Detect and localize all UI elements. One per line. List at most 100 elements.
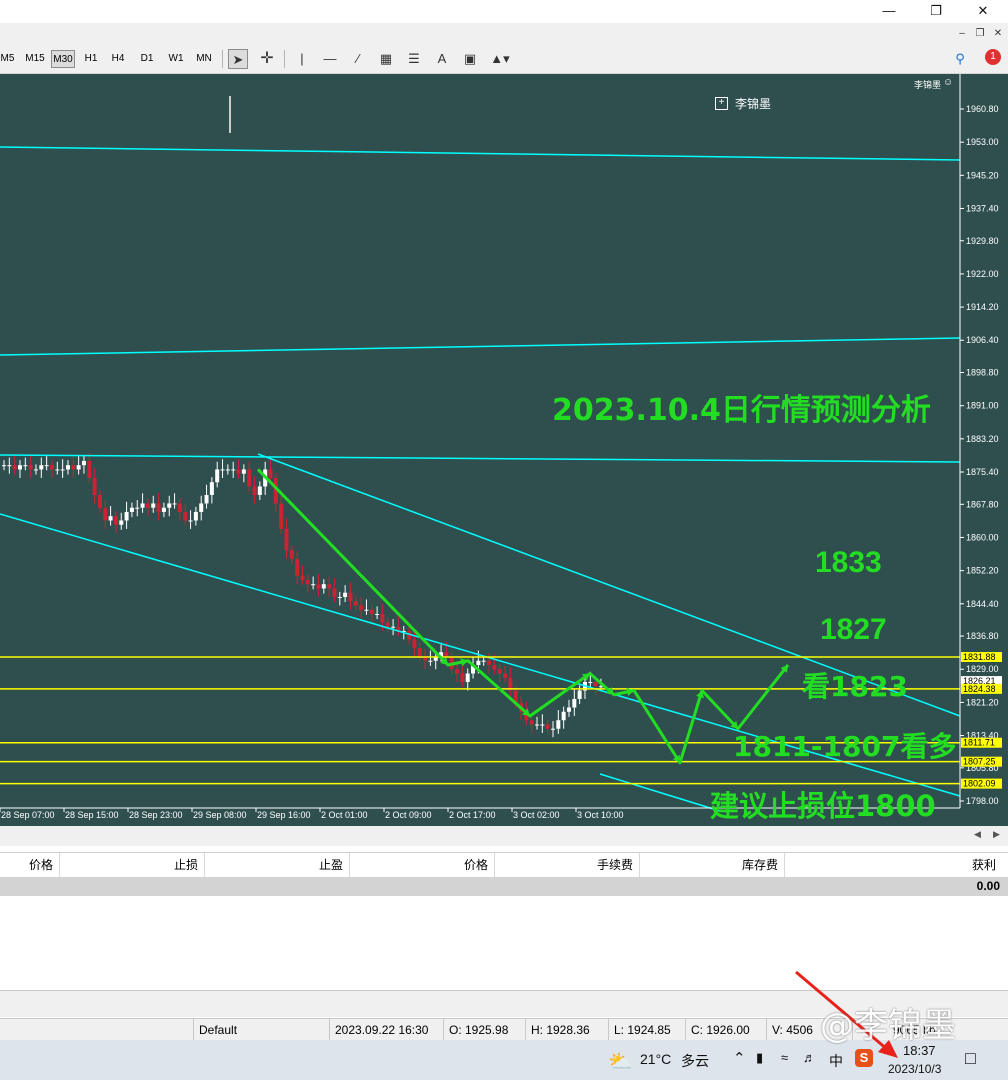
- candle-body: [284, 528, 289, 551]
- cloud-sun-icon[interactable]: ⛅: [608, 1049, 633, 1074]
- candle-body: [145, 503, 150, 508]
- trendline-icon[interactable]: ∕: [348, 49, 368, 69]
- timeframe-h1[interactable]: H1: [82, 50, 100, 68]
- clock-date[interactable]: 2023/10/3: [888, 1062, 941, 1076]
- channel-icon[interactable]: ▦: [376, 49, 396, 69]
- text-label-icon[interactable]: ▣: [460, 49, 480, 69]
- chart-area[interactable]: 1960.80 1953.00 1945.20 1937.40 1929.80 1922.…: [0, 74, 1008, 826]
- candle-body: [348, 592, 353, 602]
- weather-temperature[interactable]: 21°C: [640, 1051, 671, 1067]
- candle-body: [359, 605, 364, 610]
- price-tick-label: 1852.20: [966, 566, 999, 576]
- candle-body: [161, 507, 166, 512]
- minimize-icon[interactable]: —: [866, 0, 912, 23]
- candle-body: [103, 507, 108, 521]
- candle-body: [503, 673, 508, 678]
- candle-body: [151, 503, 156, 508]
- candle-body: [44, 465, 49, 467]
- candle-body: [289, 550, 294, 559]
- candle-body: [81, 460, 86, 466]
- timeframe-m5[interactable]: M5: [0, 50, 15, 68]
- candle-body: [204, 494, 209, 504]
- close-icon[interactable]: ✕: [960, 0, 1006, 23]
- candle-body: [337, 596, 342, 598]
- fibonacci-icon[interactable]: ☰: [404, 49, 424, 69]
- candle-body: [257, 486, 262, 495]
- watermark: @李锦墨: [820, 1006, 956, 1046]
- time-tick-label: 2 Oct 17:00: [449, 810, 496, 820]
- cursor-icon[interactable]: ➤: [228, 49, 248, 69]
- candle-body: [247, 469, 252, 487]
- candle-body: [444, 652, 449, 657]
- notification-badge[interactable]: 1: [985, 49, 1001, 65]
- candle-body: [385, 622, 390, 627]
- candle-body: [119, 520, 124, 525]
- candle-body: [321, 584, 326, 589]
- chart-object-label: 李锦墨: [735, 97, 772, 111]
- annotation-1811-1807: 1811-1807看多: [733, 730, 957, 763]
- battery-icon[interactable]: ▮: [756, 1050, 763, 1066]
- status-low: L: 1924.85: [608, 1019, 685, 1041]
- chevron-up-icon[interactable]: ⌃: [733, 1049, 746, 1067]
- scroll-left-icon[interactable]: ◀: [974, 829, 981, 840]
- col-current-price[interactable]: 价格: [350, 853, 495, 878]
- price-tick-label: 1891.00: [966, 401, 999, 411]
- sogou-ime-icon[interactable]: S: [855, 1049, 873, 1067]
- candle-body: [17, 465, 22, 470]
- wifi-icon[interactable]: ≈: [781, 1050, 788, 1065]
- vertical-line-icon[interactable]: |: [292, 49, 312, 69]
- text-icon[interactable]: A: [432, 49, 452, 69]
- status-close: C: 1926.00: [685, 1019, 766, 1041]
- time-tick-label: 3 Oct 10:00: [577, 810, 624, 820]
- col-commission[interactable]: 手续费: [495, 853, 640, 878]
- crosshair-icon[interactable]: ✛: [257, 49, 277, 69]
- status-open: O: 1925.98: [443, 1019, 525, 1041]
- notification-center-icon[interactable]: □: [965, 1048, 976, 1069]
- candle-body: [87, 460, 92, 478]
- ime-indicator[interactable]: 中: [829, 1051, 843, 1071]
- candle-body: [28, 465, 33, 470]
- candle-body: [369, 609, 374, 614]
- price-chart[interactable]: 1960.80 1953.00 1945.20 1937.40 1929.80 1922.…: [0, 74, 1008, 826]
- total-profit: 0.00: [976, 879, 1000, 893]
- mdi-minimize-icon[interactable]: –: [954, 26, 970, 41]
- candle-body: [209, 482, 214, 495]
- col-price[interactable]: 价格: [0, 853, 60, 878]
- candle-body: [279, 503, 284, 529]
- price-label-text: 1807.25: [963, 757, 996, 767]
- mdi-restore-icon[interactable]: ❐: [972, 26, 988, 41]
- mdi-close-icon[interactable]: ✕: [990, 26, 1006, 41]
- candle-body: [417, 647, 422, 657]
- candle-body: [545, 724, 550, 729]
- time-tick-label: 3 Oct 02:00: [513, 810, 560, 820]
- candle-body: [252, 486, 257, 495]
- col-takeprofit[interactable]: 止盈: [205, 853, 350, 878]
- horizontal-line-icon[interactable]: —: [320, 49, 340, 69]
- price-tick-label: 1844.40: [966, 599, 999, 609]
- search-icon[interactable]: ⚲: [950, 49, 970, 69]
- timeframe-m15[interactable]: M15: [24, 50, 46, 68]
- timeframe-w1[interactable]: W1: [166, 50, 186, 68]
- candle-body: [465, 673, 470, 682]
- candle-body: [497, 669, 502, 674]
- col-swap[interactable]: 库存费: [640, 853, 785, 878]
- weather-condition[interactable]: 多云: [681, 1051, 709, 1071]
- speaker-icon[interactable]: ♬: [803, 1050, 816, 1065]
- restore-icon[interactable]: ❐: [913, 0, 959, 23]
- timeframe-mn[interactable]: MN: [193, 50, 215, 68]
- candle-body: [225, 469, 230, 471]
- col-profit[interactable]: 获利: [785, 853, 1005, 878]
- shapes-icon[interactable]: ▲▾: [490, 49, 510, 69]
- timeframe-h4[interactable]: H4: [109, 50, 127, 68]
- price-tick-label: 1937.40: [966, 203, 999, 213]
- col-stoploss[interactable]: 止损: [60, 853, 205, 878]
- candle-body: [113, 516, 118, 525]
- candle-body: [412, 639, 417, 648]
- annotation-stoploss: 建议止损位1800: [710, 789, 936, 823]
- timeframe-d1[interactable]: D1: [138, 50, 156, 68]
- timeframe-m30[interactable]: M30: [51, 50, 75, 68]
- scroll-right-icon[interactable]: ▶: [993, 829, 1000, 840]
- candle-body: [76, 465, 81, 470]
- terminal-summary-row: 0.00: [0, 877, 1008, 896]
- expand-icon[interactable]: +: [715, 97, 728, 110]
